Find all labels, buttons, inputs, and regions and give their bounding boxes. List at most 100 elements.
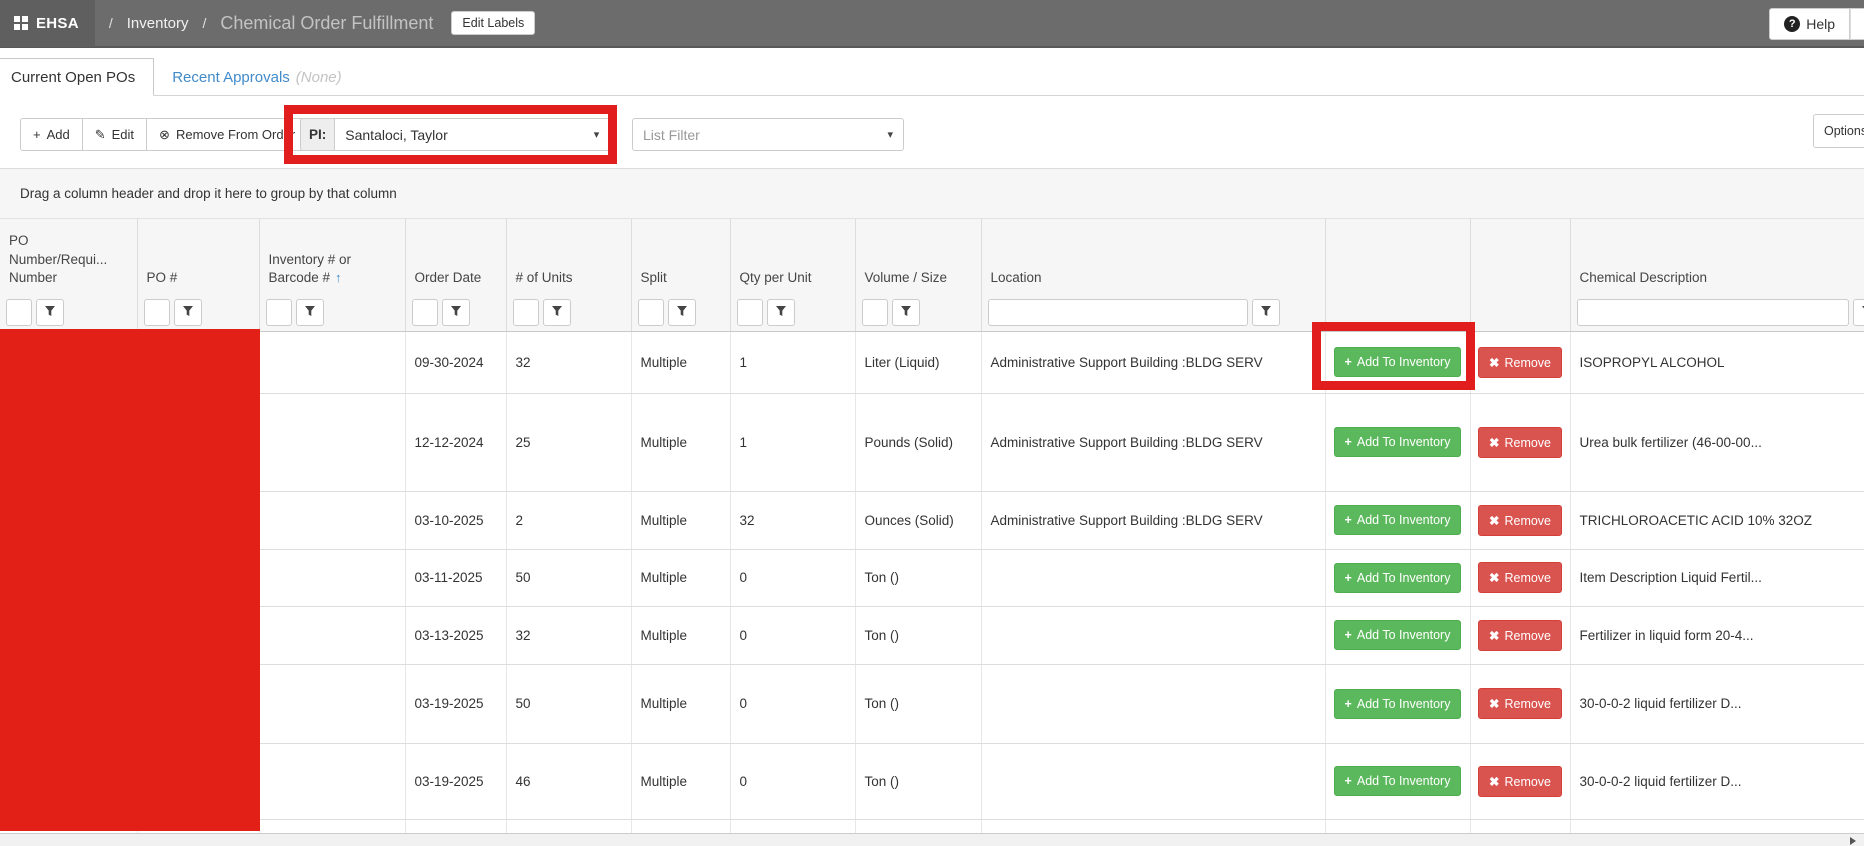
filter-funnel-button-qty[interactable] — [767, 299, 795, 326]
add-to-inventory-button[interactable]: +Add To Inventory — [1334, 505, 1462, 535]
cell-chemical: Item Description Liquid Fertil... — [1570, 549, 1864, 606]
app-brand-label: EHSA — [36, 15, 79, 32]
add-to-inventory-button[interactable]: +Add To Inventory — [1334, 620, 1462, 650]
horizontal-scrollbar[interactable] — [0, 833, 1864, 846]
column-header-action_remove[interactable] — [1470, 219, 1570, 295]
filter-cell-chemical — [1570, 295, 1864, 331]
cell-action_add: +Add To Inventory — [1325, 331, 1470, 393]
filter-funnel-button-units[interactable] — [543, 299, 571, 326]
help-button[interactable]: ? Help — [1769, 8, 1850, 40]
caret-down-icon: ▾ — [887, 128, 893, 141]
cell-action_remove: ✖Remove — [1470, 606, 1570, 664]
add-to-inventory-button[interactable]: +Add To Inventory — [1334, 563, 1462, 593]
filter-input-order_date[interactable] — [412, 299, 438, 326]
column-header-po_req[interactable]: PO Number/Requi... Number — [0, 219, 137, 295]
add-to-inventory-button[interactable]: +Add To Inventory — [1334, 427, 1462, 457]
filter-cell-order_date — [405, 295, 506, 331]
remove-button[interactable]: ✖Remove — [1478, 505, 1562, 536]
filter-funnel-button-volume[interactable] — [892, 299, 920, 326]
filter-input-barcode[interactable] — [266, 299, 292, 326]
filter-cell-barcode — [259, 295, 405, 331]
column-header-qty[interactable]: Qty per Unit — [730, 219, 855, 295]
filter-input-units[interactable] — [513, 299, 539, 326]
x-icon: ✖ — [1489, 356, 1499, 370]
column-header-label: Chemical Description — [1580, 269, 1864, 287]
column-header-label: Volume / Size — [865, 269, 972, 287]
filter-funnel-button-order_date[interactable] — [442, 299, 470, 326]
filter-input-chemical[interactable] — [1577, 299, 1849, 326]
add-to-inventory-button[interactable]: +Add To Inventory — [1334, 689, 1462, 719]
tab-recent-approvals[interactable]: Recent Approvals (None) — [154, 58, 359, 96]
orders-table: PO Number/Requi... NumberPO #Inventory #… — [0, 219, 1864, 833]
filter-input-volume[interactable] — [862, 299, 888, 326]
options-button-label: Options — [1824, 124, 1864, 138]
column-header-volume[interactable]: Volume / Size — [855, 219, 981, 295]
scroll-right-arrow-icon[interactable] — [1850, 837, 1856, 845]
edit-button[interactable]: ✎ Edit — [82, 118, 146, 151]
cell-action_remove — [1470, 819, 1570, 833]
filter-input-po_req[interactable] — [6, 299, 32, 326]
filter-input-split[interactable] — [638, 299, 664, 326]
app-header: EHSA / Inventory / Chemical Order Fulfil… — [0, 0, 1864, 48]
remove-label: Remove — [1504, 775, 1551, 789]
filter-input-po[interactable] — [144, 299, 170, 326]
redaction-overlay — [0, 329, 260, 831]
column-header-units[interactable]: # of Units — [506, 219, 631, 295]
table-row: 03-19-202546Multiple0Ton ()+Add To Inven… — [0, 743, 1864, 819]
options-button[interactable]: Options ▾ — [1813, 114, 1864, 148]
column-header-location[interactable]: Location — [981, 219, 1325, 295]
filter-funnel-button-po_req[interactable] — [36, 299, 64, 326]
remove-button[interactable]: ✖Remove — [1478, 620, 1562, 651]
table-row: 09-30-202432Multiple1Liter (Liquid)Admin… — [0, 331, 1864, 393]
remove-button[interactable]: ✖Remove — [1478, 766, 1562, 797]
breadcrumb-inventory[interactable]: Inventory — [127, 15, 189, 32]
cell-barcode — [259, 491, 405, 549]
cell-qty: 0 — [730, 664, 855, 743]
grid-filter-row — [0, 295, 1864, 331]
filter-input-qty[interactable] — [737, 299, 763, 326]
apps-grid-icon — [14, 16, 28, 30]
filter-funnel-button-location[interactable] — [1252, 299, 1280, 326]
remove-from-order-button[interactable]: ⊗ Remove From Order — [146, 118, 308, 151]
remove-button[interactable]: ✖Remove — [1478, 562, 1562, 593]
column-header-chemical[interactable]: Chemical Description — [1570, 219, 1864, 295]
funnel-icon — [1861, 305, 1864, 320]
filter-funnel-button-po[interactable] — [174, 299, 202, 326]
add-to-inventory-button[interactable]: +Add To Inventory — [1334, 347, 1462, 377]
filter-input-location[interactable] — [988, 299, 1248, 326]
header-extra-button[interactable] — [1850, 8, 1864, 40]
add-to-inventory-label: Add To Inventory — [1357, 774, 1451, 788]
remove-button[interactable]: ✖Remove — [1478, 347, 1562, 378]
column-header-barcode[interactable]: Inventory # or Barcode #↑ — [259, 219, 405, 295]
filter-funnel-button-barcode[interactable] — [296, 299, 324, 326]
column-header-action_add[interactable] — [1325, 219, 1470, 295]
funnel-icon — [551, 305, 563, 320]
cell-units: 50 — [506, 549, 631, 606]
tab-current-open-pos[interactable]: Current Open POs — [0, 58, 154, 96]
filter-funnel-button-chemical[interactable] — [1853, 299, 1864, 326]
filter-cell-po_req — [0, 295, 137, 331]
column-header-order_date[interactable]: Order Date — [405, 219, 506, 295]
toolbar: + Add ✎ Edit ⊗ Remove From Order PI: San… — [0, 97, 1864, 168]
edit-button-label: Edit — [112, 127, 134, 142]
app-brand[interactable]: EHSA — [0, 0, 95, 47]
add-button[interactable]: + Add — [20, 118, 82, 151]
pi-select[interactable]: Santaloci, Taylor ▾ — [334, 118, 610, 151]
cell-action_remove: ✖Remove — [1470, 549, 1570, 606]
add-to-inventory-button[interactable]: +Add To Inventory — [1334, 766, 1462, 796]
filter-funnel-button-split[interactable] — [668, 299, 696, 326]
remove-button[interactable]: ✖Remove — [1478, 427, 1562, 458]
remove-label: Remove — [1504, 697, 1551, 711]
cell-action_add — [1325, 819, 1470, 833]
cell-split: Multiple — [631, 549, 730, 606]
filter-cell-volume — [855, 295, 981, 331]
column-header-split[interactable]: Split — [631, 219, 730, 295]
list-filter-select[interactable]: List Filter ▾ — [632, 118, 904, 151]
column-header-po[interactable]: PO # — [137, 219, 259, 295]
group-by-bar[interactable]: Drag a column header and drop it here to… — [0, 169, 1864, 219]
edit-labels-button[interactable]: Edit Labels — [451, 11, 535, 35]
remove-button[interactable]: ✖Remove — [1478, 688, 1562, 719]
column-header-label: # of Units — [516, 269, 622, 287]
page-title: Chemical Order Fulfillment — [220, 13, 433, 34]
cell-chemical — [1570, 819, 1864, 833]
